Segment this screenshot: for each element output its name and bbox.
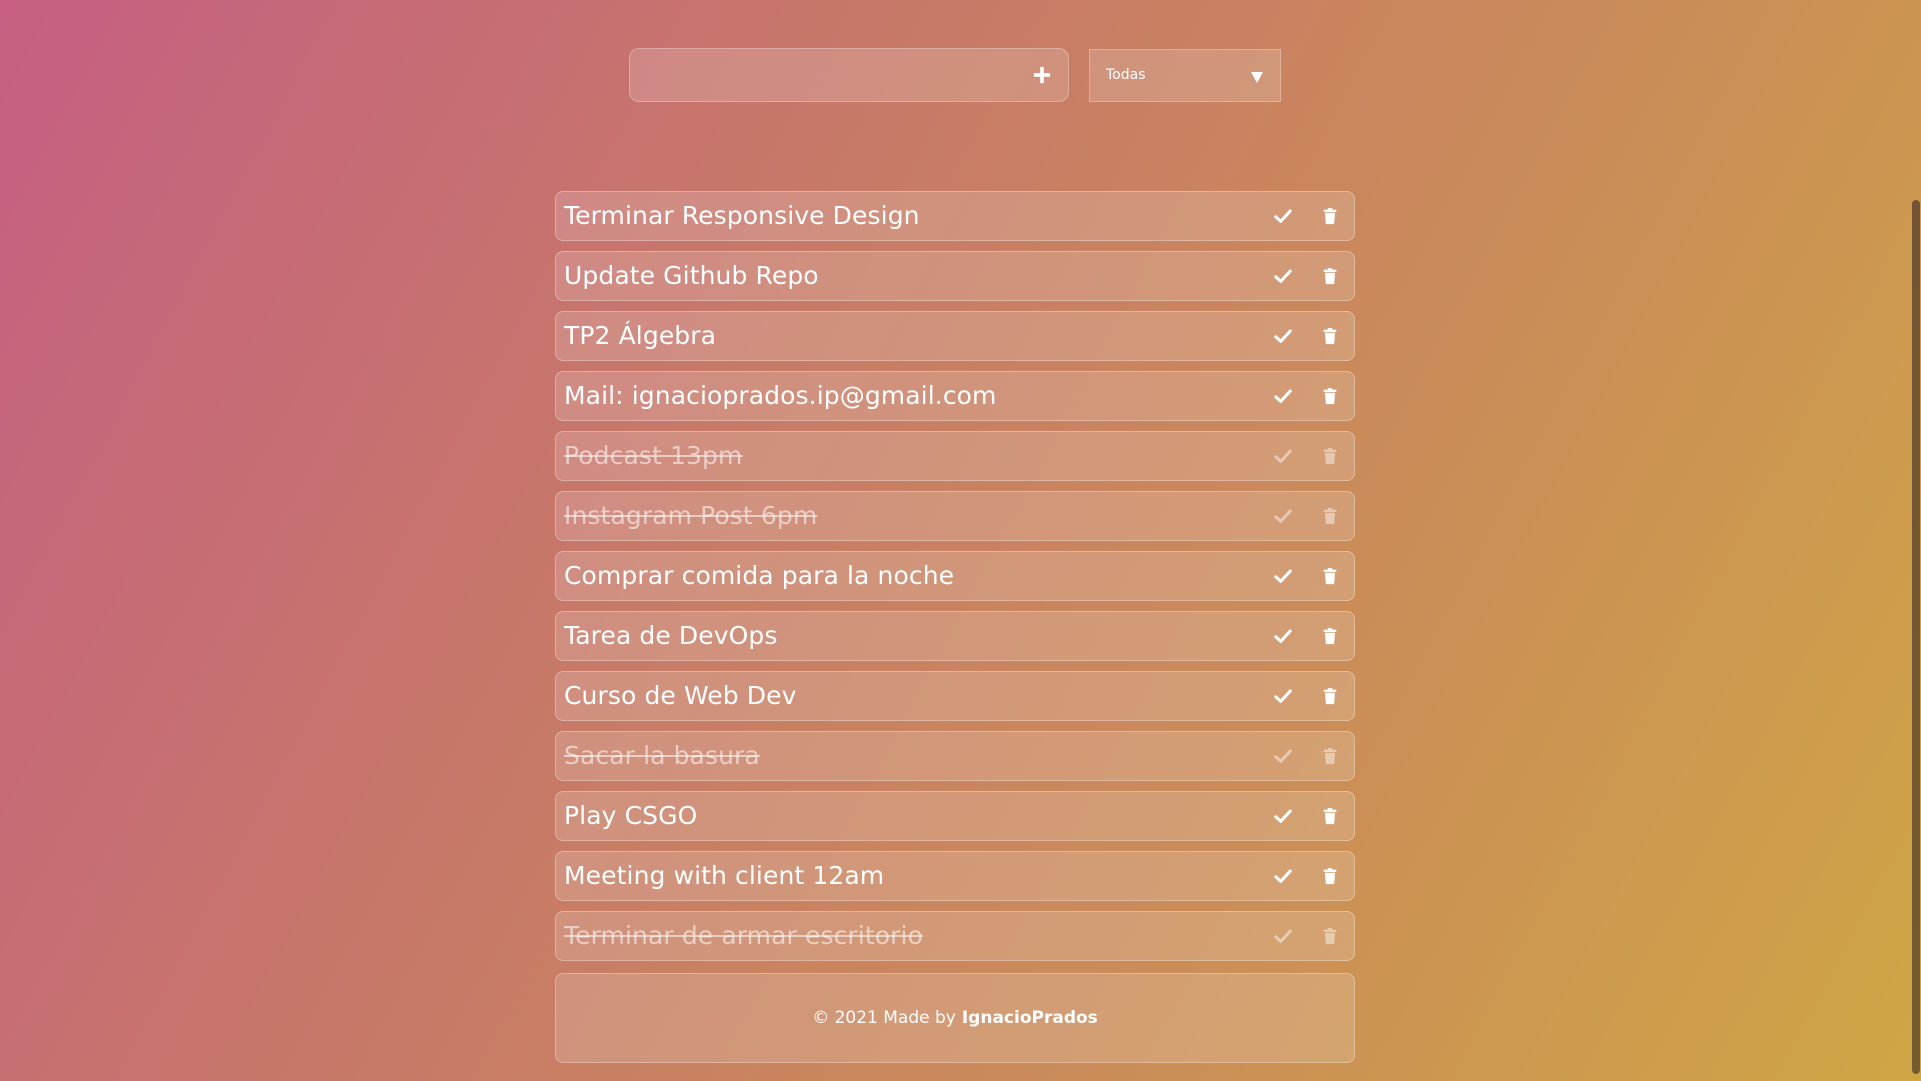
delete-todo-button[interactable] [1318,264,1342,288]
delete-todo-button[interactable] [1318,744,1342,768]
delete-todo-button[interactable] [1318,564,1342,588]
check-icon [1274,809,1292,823]
todo-item: Terminar Responsive Design [555,191,1355,241]
trash-icon [1323,448,1337,465]
complete-todo-button[interactable] [1271,264,1295,288]
todo-text: Update Github Repo [564,261,819,290]
trash-icon [1323,808,1337,825]
check-icon [1274,509,1292,523]
todo-item: Comprar comida para la noche [555,551,1355,601]
trash-icon [1323,388,1337,405]
delete-todo-button[interactable] [1318,624,1342,648]
footer-author: IgnacioPrados [961,1008,1098,1028]
delete-todo-button[interactable] [1318,204,1342,228]
todo-text: Instagram Post 6pm [564,501,818,530]
check-icon [1274,629,1292,643]
todo-item: Sacar la basura [555,731,1355,781]
todo-text: Mail: ignacioprados.ip@gmail.com [564,381,997,410]
todo-item: Mail: ignacioprados.ip@gmail.com [555,371,1355,421]
todo-item: TP2 Álgebra [555,311,1355,361]
complete-todo-button[interactable] [1271,564,1295,588]
complete-todo-button[interactable] [1271,744,1295,768]
trash-icon [1323,688,1337,705]
todo-text: Podcast 13pm [564,441,743,470]
todo-text: Comprar comida para la noche [564,561,955,590]
filter-select[interactable]: Todas [1089,49,1281,102]
complete-todo-button[interactable] [1271,924,1295,948]
todo-list: Terminar Responsive Design Update Github … [555,191,1355,971]
delete-todo-button[interactable] [1318,684,1342,708]
filter-selected-value: Todas [1106,67,1146,83]
todo-item: Meeting with client 12am [555,851,1355,901]
todo-item: Curso de Web Dev [555,671,1355,721]
delete-todo-button[interactable] [1318,384,1342,408]
complete-todo-button[interactable] [1271,204,1295,228]
scrollbar[interactable] [1911,0,1921,1081]
add-todo-form [629,48,1069,102]
todo-text: TP2 Álgebra [564,321,717,350]
check-icon [1274,869,1292,883]
todo-item: Podcast 13pm [555,431,1355,481]
check-icon [1274,569,1292,583]
trash-icon [1323,628,1337,645]
todo-text: Tarea de DevOps [564,621,778,650]
complete-todo-button[interactable] [1271,384,1295,408]
trash-icon [1323,208,1337,225]
new-todo-input[interactable] [644,57,1018,95]
add-todo-button[interactable] [1022,55,1062,95]
check-icon [1274,269,1292,283]
check-icon [1274,689,1292,703]
check-icon [1274,749,1292,763]
scrollbar-thumb[interactable] [1912,200,1920,1074]
delete-todo-button[interactable] [1318,864,1342,888]
todo-text: Curso de Web Dev [564,681,797,710]
delete-todo-button[interactable] [1318,504,1342,528]
complete-todo-button[interactable] [1271,864,1295,888]
delete-todo-button[interactable] [1318,924,1342,948]
todo-item: Play CSGO [555,791,1355,841]
complete-todo-button[interactable] [1271,504,1295,528]
delete-todo-button[interactable] [1318,444,1342,468]
trash-icon [1323,928,1337,945]
todo-item: Terminar de armar escritorio [555,911,1355,961]
footer-credit: © 2021 Made by [812,1008,956,1028]
complete-todo-button[interactable] [1271,324,1295,348]
todo-text: Terminar de armar escritorio [564,921,923,950]
todo-text: Meeting with client 12am [564,861,885,890]
todo-text: Sacar la basura [564,741,760,770]
delete-todo-button[interactable] [1318,324,1342,348]
check-icon [1274,329,1292,343]
todo-text: Terminar Responsive Design [564,201,920,230]
trash-icon [1323,568,1337,585]
todo-text: Play CSGO [564,801,698,830]
trash-icon [1323,328,1337,345]
todo-toolbar: Todas [629,48,1281,104]
trash-icon [1323,748,1337,765]
todo-item: Instagram Post 6pm [555,491,1355,541]
plus-icon [1033,66,1051,84]
complete-todo-button[interactable] [1271,804,1295,828]
trash-icon [1323,868,1337,885]
check-icon [1274,449,1292,463]
caret-down-icon [1251,72,1263,83]
check-icon [1274,389,1292,403]
trash-icon [1323,268,1337,285]
complete-todo-button[interactable] [1271,684,1295,708]
todo-item: Tarea de DevOps [555,611,1355,661]
complete-todo-button[interactable] [1271,624,1295,648]
trash-icon [1323,508,1337,525]
footer: © 2021 Made by IgnacioPrados [555,973,1355,1063]
complete-todo-button[interactable] [1271,444,1295,468]
delete-todo-button[interactable] [1318,804,1342,828]
check-icon [1274,929,1292,943]
check-icon [1274,209,1292,223]
todo-item: Update Github Repo [555,251,1355,301]
